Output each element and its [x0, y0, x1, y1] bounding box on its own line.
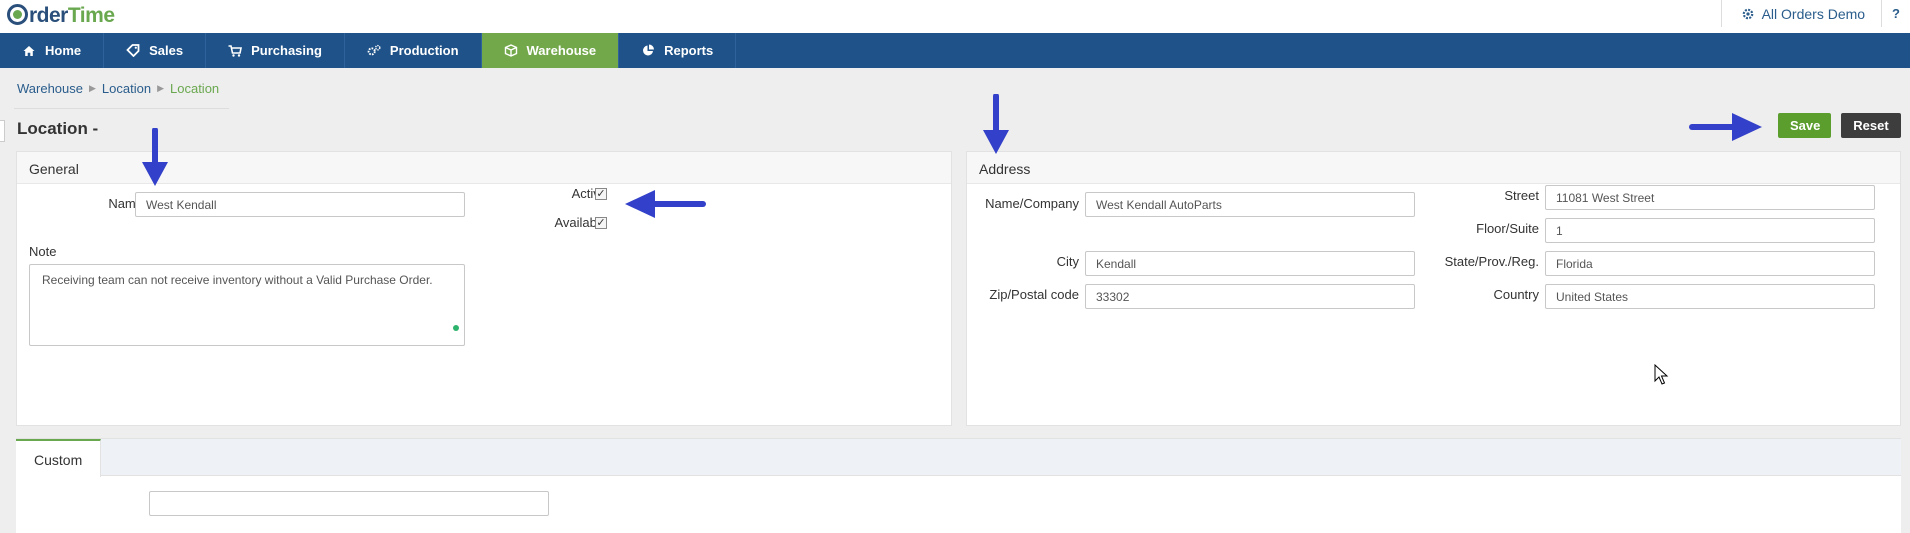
mouse-cursor-icon — [1654, 364, 1669, 385]
zip-input[interactable] — [1085, 284, 1415, 309]
city-input[interactable] — [1085, 251, 1415, 276]
nav-reports[interactable]: Reports — [619, 33, 737, 68]
arrow-left-icon — [625, 190, 706, 218]
nav-label: Sales — [149, 43, 184, 58]
custom-field-input[interactable] — [149, 491, 549, 516]
note-textarea[interactable]: Receiving team can not receive inventory… — [29, 264, 465, 346]
city-label: City — [1056, 254, 1079, 269]
name-label: Name — [108, 196, 143, 211]
nav-label: Reports — [664, 43, 714, 58]
custom-section: Custom — [16, 438, 1901, 533]
gears-icon — [367, 44, 381, 56]
top-right-area: All Orders Demo ? — [1720, 0, 1910, 27]
address-panel: Address Name/Company Street Floor/Suite … — [966, 151, 1901, 426]
nav-label: Warehouse — [526, 43, 597, 58]
breadcrumb-location[interactable]: Location — [102, 81, 151, 96]
nav-production[interactable]: Production — [345, 33, 482, 68]
main-nav: Home Sales Purchasing Production Warehou… — [0, 33, 1910, 68]
zip-label: Zip/Postal code — [989, 287, 1079, 302]
floor-suite-label: Floor/Suite — [1476, 221, 1539, 236]
active-checkbox[interactable]: ✓ — [595, 188, 607, 200]
logo-text-time: Time — [67, 4, 115, 27]
cart-icon — [228, 44, 243, 57]
nav-purchasing[interactable]: Purchasing — [206, 33, 345, 68]
page-title: Location - — [17, 119, 99, 138]
gear-icon — [1742, 8, 1753, 19]
name-company-input[interactable] — [1085, 192, 1415, 217]
country-input[interactable] — [1545, 284, 1875, 309]
arrow-right-icon — [1689, 113, 1762, 141]
tag-icon — [126, 44, 140, 57]
arrow-down-icon — [983, 94, 1009, 154]
ordertime-logo[interactable]: rderTime — [7, 1, 115, 28]
logo-text: rder — [29, 4, 68, 27]
logo-o-mark — [7, 4, 28, 25]
breadcrumb-current: Location — [170, 81, 220, 96]
state-input[interactable] — [1545, 251, 1875, 276]
available-checkbox[interactable]: ✓ — [595, 217, 607, 229]
nav-sales[interactable]: Sales — [104, 33, 207, 68]
nav-warehouse[interactable]: Warehouse — [481, 33, 620, 68]
general-panel: General Name Active ✓ Available ✓ Note R… — [16, 151, 952, 426]
street-label: Street — [1504, 188, 1539, 203]
sidebar-toggle[interactable] — [0, 120, 5, 142]
arrow-down-icon — [142, 128, 168, 186]
pie-chart-icon — [643, 44, 655, 56]
street-input[interactable] — [1545, 185, 1875, 210]
nav-label: Purchasing — [251, 43, 322, 58]
home-icon — [23, 45, 35, 56]
save-button[interactable]: Save — [1778, 113, 1831, 138]
chevron-right-icon: ▶ — [89, 83, 96, 93]
top-bar: rderTime All Orders Demo ? — [0, 0, 1910, 33]
spellcheck-indicator-icon — [453, 325, 459, 331]
company-switcher[interactable]: All Orders Demo — [1722, 6, 1881, 22]
help-button[interactable]: ? — [1882, 6, 1910, 21]
note-label: Note — [29, 244, 57, 259]
chevron-right-icon: ▶ — [157, 83, 164, 93]
cube-icon — [504, 44, 517, 57]
reset-button[interactable]: Reset — [1841, 113, 1901, 138]
tab-strip: Custom — [16, 439, 1901, 477]
divider — [14, 108, 229, 109]
company-name: All Orders Demo — [1761, 5, 1866, 22]
nav-home[interactable]: Home — [0, 33, 105, 68]
tab-custom[interactable]: Custom — [16, 439, 101, 477]
address-heading: Address — [967, 152, 1900, 184]
breadcrumb: Warehouse ▶ Location ▶ Location — [17, 81, 219, 96]
nav-label: Home — [45, 43, 82, 58]
nav-label: Production — [389, 43, 459, 58]
breadcrumb-warehouse[interactable]: Warehouse — [17, 81, 83, 96]
name-input[interactable] — [135, 192, 465, 217]
help-icon: ? — [1892, 6, 1900, 21]
available-label: Available — [554, 215, 607, 230]
country-label: Country — [1493, 287, 1539, 302]
floor-suite-input[interactable] — [1545, 218, 1875, 243]
name-company-label: Name/Company — [985, 196, 1079, 211]
state-label: State/Prov./Reg. — [1444, 254, 1539, 269]
